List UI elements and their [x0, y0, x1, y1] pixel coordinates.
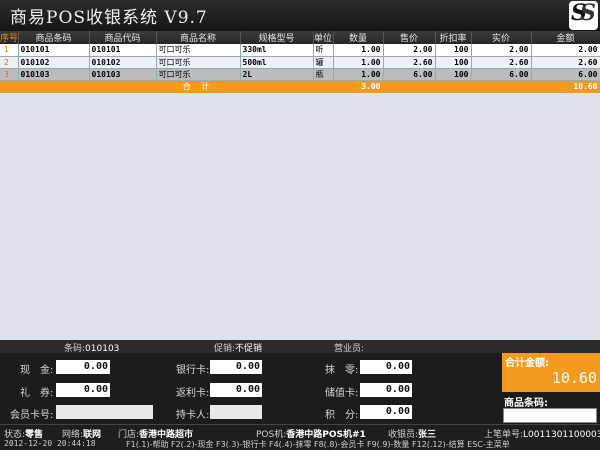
sum-cell-empty [313, 80, 334, 93]
title-bar: 商易POS收银系统 V9.7 SS [0, 0, 600, 31]
cell-amount: 2.00 [531, 44, 600, 57]
summary-amount: 10.60 [531, 80, 600, 93]
col-header-price: 售价 [383, 31, 436, 44]
table-row[interactable]: 1 010101 010101 可口可乐 330ml 听 1.00 2.00 1… [0, 44, 600, 57]
cell-barcode: 010103 [18, 68, 90, 81]
col-header-real-price: 实价 [471, 31, 532, 44]
cell-unit: 听 [313, 44, 334, 57]
sum-cell-empty [383, 80, 436, 93]
cash-field[interactable]: 0.00 [56, 360, 110, 374]
cell-index: 3 [0, 68, 19, 81]
cell-real-price: 2.00 [471, 44, 532, 57]
cell-qty: 1.00 [333, 68, 384, 81]
cell-barcode: 010102 [18, 56, 90, 69]
sum-cell-empty [89, 80, 157, 93]
points-field[interactable]: 0.00 [360, 405, 412, 419]
barcode-input-label: 商品条码: [504, 398, 548, 409]
cell-barcode: 010101 [18, 44, 90, 57]
table-row-selected[interactable]: 3 010103 010103 可口可乐 2L 瓶 1.00 6.00 100 … [0, 68, 600, 81]
table-header: 序号 商品条码 商品代码 商品名称 规格型号 单位 数量 售价 折扣率 实价 金… [0, 31, 600, 44]
sum-cell-empty [471, 80, 532, 93]
table-row[interactable]: 2 010102 010102 可口可乐 500ml 罐 1.00 2.60 1… [0, 56, 600, 69]
cell-qty: 1.00 [333, 56, 384, 69]
coupon-field[interactable]: 0.00 [56, 383, 110, 397]
cell-amount: 2.60 [531, 56, 600, 69]
member-card-field[interactable] [56, 405, 153, 419]
col-header-spec: 规格型号 [240, 31, 314, 44]
col-header-code: 商品代码 [89, 31, 157, 44]
cell-real-price: 2.60 [471, 56, 532, 69]
summary-row: 合 计 3.00 10.60 [0, 80, 600, 93]
cell-discount: 100 [435, 44, 472, 57]
cash-label: 现 金: [20, 365, 54, 376]
sum-cell-empty [0, 80, 19, 93]
stored-value-label: 储值卡: [325, 388, 359, 399]
cell-discount: 100 [435, 56, 472, 69]
col-header-unit: 单位 [313, 31, 334, 44]
cell-name: 可口可乐 [156, 44, 241, 57]
cell-name: 可口可乐 [156, 68, 241, 81]
cell-real-price: 6.00 [471, 68, 532, 81]
cell-spec: 2L [240, 68, 314, 81]
coupon-label: 礼 券: [20, 388, 54, 399]
items-grid[interactable]: 序号 商品条码 商品代码 商品名称 规格型号 单位 数量 售价 折扣率 实价 金… [0, 31, 600, 340]
col-header-index: 序号 [0, 31, 19, 44]
col-header-barcode: 商品条码 [18, 31, 90, 44]
status-datetime: 2012-12-20 20:44:18 [4, 439, 96, 448]
cell-index: 1 [0, 44, 19, 57]
status-last-order-value: L0011301100003 [523, 430, 600, 440]
cell-unit: 罐 [313, 56, 334, 69]
barcode-input[interactable] [503, 408, 597, 423]
shortcut-keys: F1(.1)-帮助 F2(.2)-现金 F3(.3)-银行卡 F4(.4)-抹零… [126, 440, 510, 449]
card-holder-label: 持卡人: [176, 410, 210, 421]
sum-cell-empty [18, 80, 90, 93]
rebate-label: 返利卡: [176, 388, 210, 399]
col-header-name: 商品名称 [156, 31, 241, 44]
cell-discount: 100 [435, 68, 472, 81]
cell-name: 可口可乐 [156, 56, 241, 69]
total-amount-box: 合计金额: 10.60 [502, 353, 600, 392]
cell-price: 2.60 [383, 56, 436, 69]
app-title: 商易POS收银系统 V9.7 [10, 8, 208, 28]
cell-spec: 500ml [240, 56, 314, 69]
bankcard-field[interactable]: 0.00 [210, 360, 262, 374]
points-label: 积 分: [325, 410, 359, 421]
total-amount-value: 10.60 [551, 369, 597, 387]
cell-price: 2.00 [383, 44, 436, 57]
stored-value-field[interactable]: 0.00 [360, 383, 412, 397]
summary-qty: 3.00 [333, 80, 384, 93]
total-amount-label: 合计金额: [505, 358, 549, 369]
bankcard-label: 银行卡: [176, 365, 210, 376]
summary-label: 合 计 [156, 80, 241, 93]
cell-price: 6.00 [383, 68, 436, 81]
cell-code: 010103 [89, 68, 157, 81]
cell-index: 2 [0, 56, 19, 69]
cell-qty: 1.00 [333, 44, 384, 57]
col-header-amount: 金额 [531, 31, 600, 44]
change-field[interactable]: 0.00 [360, 360, 412, 374]
change-label: 抹 零: [325, 365, 359, 376]
status-bar: 状态:零售 网络:联网 门店:香港中路超市 POS机:香港中路POS机#1 收银… [0, 424, 600, 450]
sum-cell-empty [435, 80, 472, 93]
cell-code: 010101 [89, 44, 157, 57]
member-card-label: 会员卡号: [10, 410, 54, 421]
col-header-discount: 折扣率 [435, 31, 472, 44]
col-header-qty: 数量 [333, 31, 384, 44]
cell-amount: 6.00 [531, 68, 600, 81]
cell-code: 010102 [89, 56, 157, 69]
cell-spec: 330ml [240, 44, 314, 57]
info-bar: 条码:010103 促销:不促销 营业员: [0, 340, 600, 354]
rebate-field[interactable]: 0.00 [210, 383, 262, 397]
cell-unit: 瓶 [313, 68, 334, 81]
items-table: 序号 商品条码 商品代码 商品名称 规格型号 单位 数量 售价 折扣率 实价 金… [0, 31, 600, 93]
sum-cell-empty [240, 80, 314, 93]
card-holder-field[interactable] [210, 405, 262, 419]
app-logo: SS [569, 0, 598, 30]
